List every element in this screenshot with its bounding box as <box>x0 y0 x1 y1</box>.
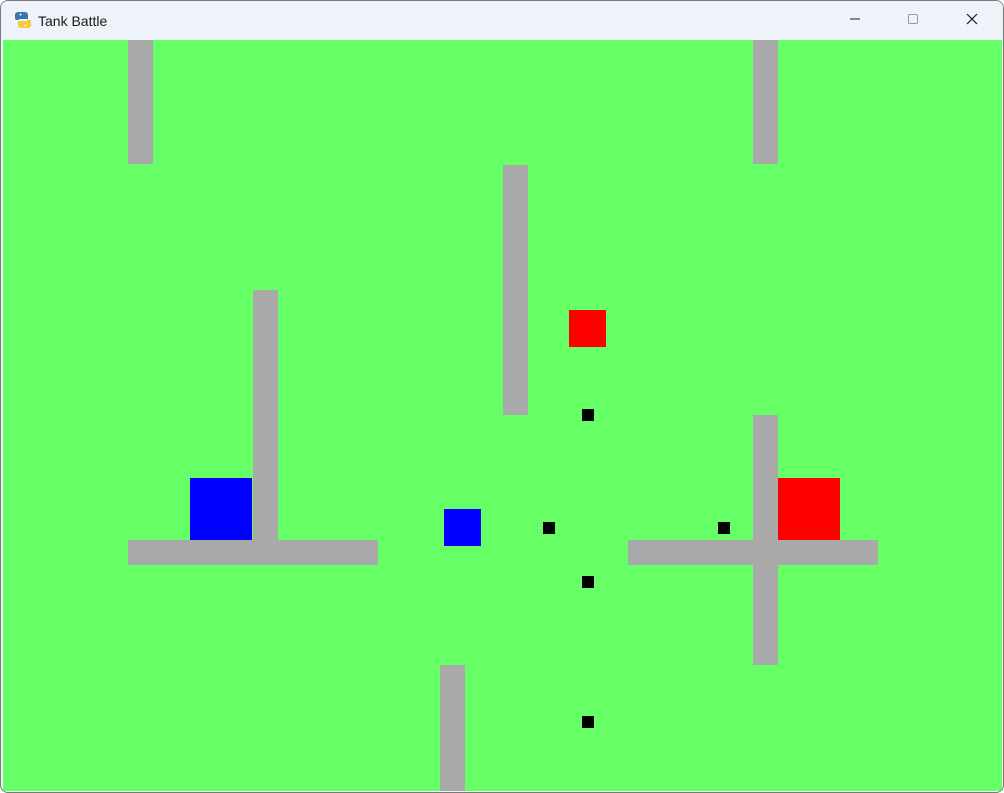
bullet <box>718 522 730 534</box>
minimize-button[interactable] <box>826 1 884 40</box>
maximize-button[interactable] <box>884 1 942 40</box>
python-icon <box>13 10 33 30</box>
wall <box>128 540 378 565</box>
title-bar[interactable]: Tank Battle <box>1 1 1003 40</box>
red-tank-large <box>778 478 840 540</box>
wall <box>253 290 278 540</box>
red-tank-small <box>569 310 606 347</box>
blue-tank-small <box>444 509 481 546</box>
wall <box>128 40 153 164</box>
bullet <box>543 522 555 534</box>
window-title: Tank Battle <box>38 13 108 29</box>
game-window: Tank Battle <box>0 0 1004 793</box>
bullet <box>582 576 594 588</box>
wall <box>628 540 878 565</box>
close-icon <box>966 12 978 30</box>
wall <box>503 165 528 415</box>
bullet <box>582 716 594 728</box>
close-button[interactable] <box>943 1 1001 40</box>
maximize-icon <box>907 12 919 30</box>
game-canvas[interactable] <box>3 40 1002 791</box>
wall <box>753 40 778 164</box>
bullet <box>582 409 594 421</box>
minimize-icon <box>849 12 861 30</box>
wall <box>440 665 465 791</box>
blue-tank-large <box>190 478 252 540</box>
